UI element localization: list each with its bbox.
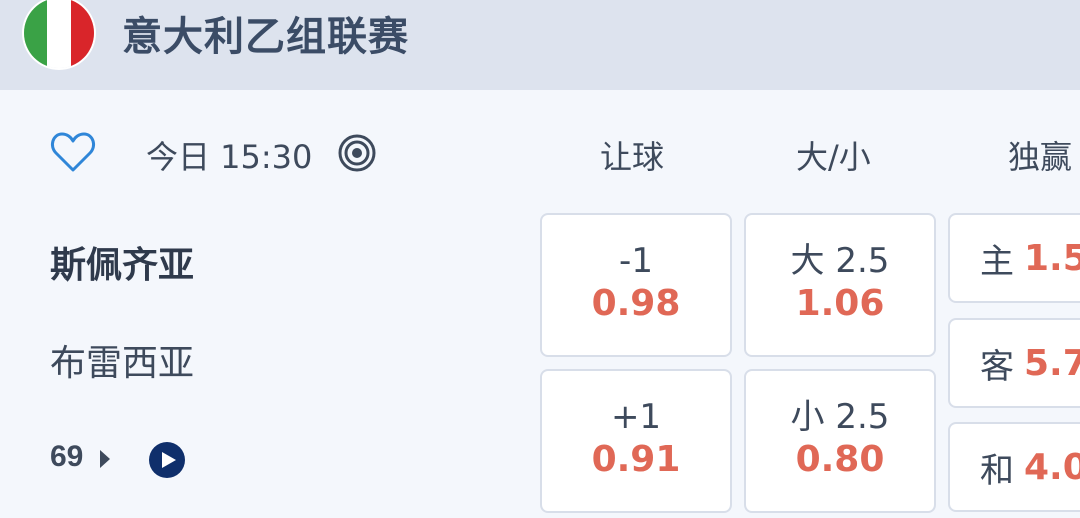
odds-price: 5.7 xyxy=(1024,342,1080,384)
league-title: 意大利乙组联赛 xyxy=(122,14,409,60)
odds-price: 0.80 xyxy=(795,439,885,480)
moneyline-label: 客 xyxy=(980,346,1014,387)
handicap-column-header: 让球 xyxy=(600,138,665,176)
caret-right-icon[interactable] xyxy=(98,448,112,470)
italy-flag-icon xyxy=(24,0,94,68)
league-header[interactable]: 意大利乙组联赛 xyxy=(0,0,1080,90)
total-line: 小 2.5 xyxy=(790,397,890,437)
home-team-name: 斯佩齐亚 xyxy=(50,245,195,286)
match-time: 今日 15:30 xyxy=(146,138,313,176)
moneyline-label: 主 xyxy=(980,241,1014,282)
handicap-away-odds[interactable]: +1 0.91 xyxy=(540,369,732,513)
handicap-line: +1 xyxy=(610,397,662,437)
total-line: 大 2.5 xyxy=(790,241,890,281)
moneyline-draw-odds[interactable]: 和 4.0 xyxy=(948,422,1080,512)
odds-price: 0.98 xyxy=(591,283,681,324)
more-markets-count[interactable]: 69 xyxy=(50,440,83,474)
odds-price: 0.91 xyxy=(591,439,681,480)
moneyline-column-header: 独赢 xyxy=(1008,138,1073,176)
odds-price: 4.0 xyxy=(1024,446,1080,488)
over-odds[interactable]: 大 2.5 1.06 xyxy=(744,213,936,357)
under-odds[interactable]: 小 2.5 0.80 xyxy=(744,369,936,513)
handicap-line: -1 xyxy=(619,241,653,281)
play-video-icon[interactable] xyxy=(148,441,186,479)
over-under-column-header: 大/小 xyxy=(796,138,871,176)
favorite-heart-icon[interactable] xyxy=(50,130,96,174)
away-team-name: 布雷西亚 xyxy=(50,343,195,384)
moneyline-home-odds[interactable]: 主 1.5 xyxy=(948,213,1080,303)
odds-price: 1.06 xyxy=(795,283,885,324)
target-icon[interactable] xyxy=(338,134,376,172)
moneyline-away-odds[interactable]: 客 5.7 xyxy=(948,318,1080,408)
moneyline-label: 和 xyxy=(980,450,1014,491)
handicap-home-odds[interactable]: -1 0.98 xyxy=(540,213,732,357)
odds-price: 1.5 xyxy=(1024,237,1080,279)
